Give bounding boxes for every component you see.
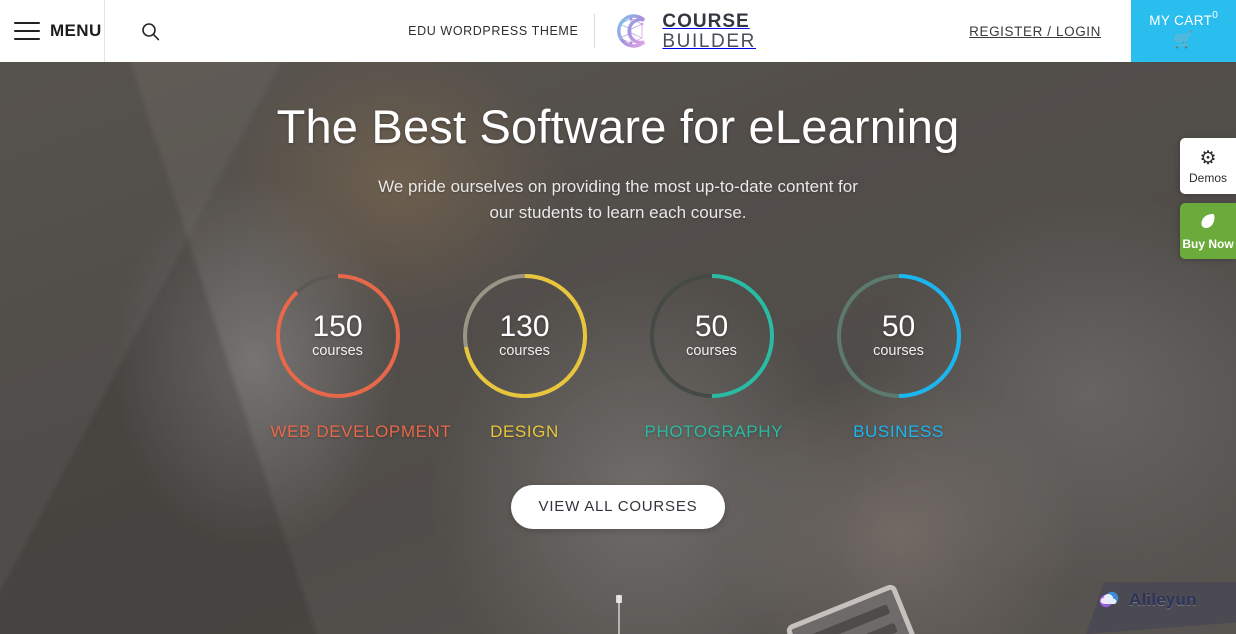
hero-content: The Best Software for eLearning We pride…	[0, 100, 1236, 529]
logo-line-2: BUILDER	[662, 30, 756, 52]
counter-label: PHOTOGRAPHY	[644, 421, 784, 441]
brand-divider	[594, 14, 596, 48]
logo-wordmark: COURSE BUILDER	[662, 12, 756, 51]
brand-area: EDU WORDPRESS THEME COURSE BUILDER	[195, 0, 969, 62]
search-button[interactable]	[105, 0, 195, 62]
counter-unit: courses	[873, 343, 924, 360]
counter-web-development[interactable]: 150 courses WEB DEVELOPMENT	[270, 269, 452, 442]
course-builder-c-icon	[611, 11, 653, 51]
site-logo[interactable]: COURSE BUILDER	[611, 11, 756, 51]
counter-value: 150	[312, 310, 363, 344]
counter-unit: courses	[686, 343, 737, 360]
envato-leaf-icon	[1199, 212, 1217, 234]
register-login-link[interactable]: REGISTER / LOGIN	[969, 0, 1131, 62]
ring-center-text: 130 courses	[458, 269, 592, 403]
cta-row: VIEW ALL COURSES	[0, 484, 1236, 529]
hero-subtitle-line-2: our students to learn each course.	[489, 203, 747, 223]
logo-line-1: COURSE	[662, 10, 750, 32]
watermark-text: Alileyun	[1129, 590, 1197, 609]
counter-value: 50	[881, 310, 916, 344]
progress-ring: 150 courses	[271, 269, 405, 403]
progress-ring: 50 courses	[832, 269, 966, 403]
buy-now-label: Buy Now	[1182, 237, 1234, 251]
progress-ring: 130 courses	[458, 269, 592, 403]
course-counters: 150 courses WEB DEVELOPMENT 130 courses	[0, 269, 1236, 442]
shopping-cart-icon: 🛒	[1173, 32, 1194, 49]
progress-ring: 50 courses	[645, 269, 779, 403]
view-all-courses-button[interactable]: VIEW ALL COURSES	[510, 484, 726, 529]
counter-value: 50	[694, 310, 729, 344]
counter-design[interactable]: 130 courses DESIGN	[458, 269, 592, 442]
hero-subtitle: We pride ourselves on providing the most…	[0, 174, 1236, 227]
cart-label-row: MY CART 0	[1149, 10, 1218, 29]
watermark-content: Alileyun	[1098, 590, 1197, 610]
scroll-down-indicator[interactable]	[616, 595, 622, 634]
cloud-logo-icon	[1098, 590, 1124, 610]
counter-label: BUSINESS	[853, 421, 944, 441]
page-title: The Best Software for eLearning	[276, 100, 960, 153]
menu-toggle-button[interactable]: MENU	[0, 0, 105, 62]
counter-label: DESIGN	[490, 421, 559, 441]
hero-subtitle-line-1: We pride ourselves on providing the most…	[378, 177, 858, 197]
counter-unit: courses	[499, 343, 550, 360]
counter-unit: courses	[312, 343, 363, 360]
counter-business[interactable]: 50 courses BUSINESS	[832, 269, 966, 442]
cart-label: MY CART	[1149, 13, 1213, 28]
side-widget-stack: ⚙ Demos Buy Now	[1180, 138, 1236, 259]
buy-now-button[interactable]: Buy Now	[1180, 203, 1236, 259]
counter-photography[interactable]: 50 courses PHOTOGRAPHY	[644, 269, 784, 442]
watermark: Alileyun	[1086, 582, 1236, 634]
demos-button[interactable]: ⚙ Demos	[1180, 138, 1236, 194]
theme-tagline: EDU WORDPRESS THEME	[408, 24, 579, 38]
demos-label: Demos	[1188, 170, 1227, 185]
counter-value: 130	[499, 310, 550, 344]
hamburger-icon	[14, 22, 40, 40]
gear-icon: ⚙	[1199, 147, 1217, 169]
search-icon	[141, 22, 160, 41]
hero-section: The Best Software for eLearning We pride…	[0, 62, 1236, 634]
my-cart-button[interactable]: MY CART 0 🛒	[1131, 0, 1236, 62]
ring-center-text: 50 courses	[832, 269, 966, 403]
site-header: MENU EDU WORDPRESS THEME COURSE BUILDER …	[0, 0, 1236, 62]
ring-center-text: 150 courses	[271, 269, 405, 403]
ring-center-text: 50 courses	[645, 269, 779, 403]
cart-count-badge: 0	[1212, 10, 1218, 21]
counter-label: WEB DEVELOPMENT	[270, 421, 452, 441]
menu-label: MENU	[50, 21, 102, 40]
